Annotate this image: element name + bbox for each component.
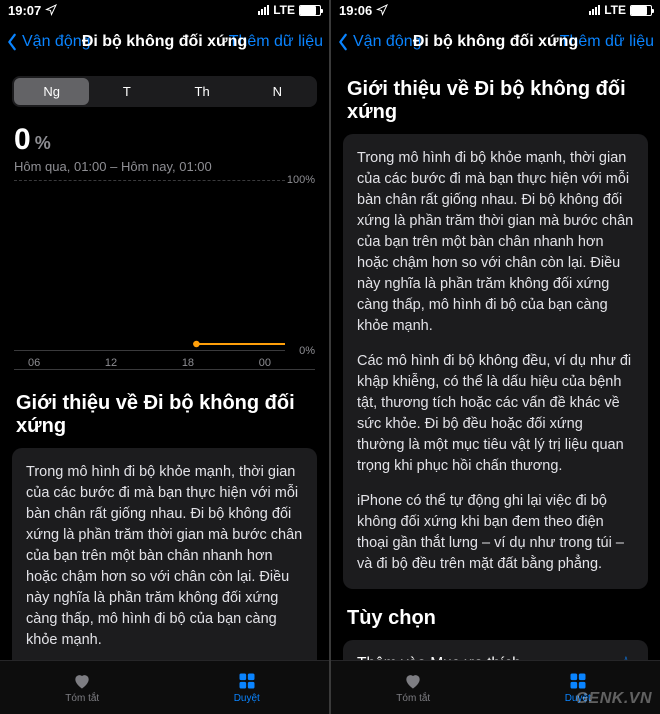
back-button[interactable]: Vận động xyxy=(337,33,422,51)
about-paragraph: Các mô hình đi bộ không đều, ví dụ như đ… xyxy=(357,351,634,477)
status-bar: 19:06 LTE xyxy=(331,0,660,20)
about-paragraph: Trong mô hình đi bộ khỏe mạnh, thời gian… xyxy=(26,462,303,651)
grid-icon xyxy=(567,671,589,691)
location-icon xyxy=(376,4,388,16)
page-title: Đi bộ không đối xứng xyxy=(82,33,247,51)
tab-bar: Tóm tắt Duyệt xyxy=(331,660,660,714)
tab-summary[interactable]: Tóm tắt xyxy=(0,661,165,714)
battery-icon xyxy=(299,5,321,16)
location-icon xyxy=(45,4,57,16)
signal-icon xyxy=(589,5,600,15)
segment-week[interactable]: T xyxy=(89,78,164,105)
chart-line xyxy=(14,306,285,351)
date-range: Hôm qua, 01:00 – Hôm nay, 01:00 xyxy=(0,157,329,180)
about-paragraph: Trong mô hình đi bộ khỏe mạnh, thời gian… xyxy=(357,148,634,337)
value-unit: % xyxy=(35,133,51,154)
star-icon: ☆ xyxy=(618,653,634,660)
signal-icon xyxy=(258,5,269,15)
network-label: LTE xyxy=(604,3,626,17)
battery-icon xyxy=(630,5,652,16)
back-label: Vận động xyxy=(353,33,422,51)
tab-bar: Tóm tắt Duyệt xyxy=(0,660,329,714)
y-tick-top: 100% xyxy=(287,174,315,186)
about-card: Trong mô hình đi bộ khỏe mạnh, thời gian… xyxy=(343,134,648,589)
back-label: Vận động xyxy=(22,33,91,51)
page-title: Đi bộ không đối xứng xyxy=(413,33,578,51)
segment-month[interactable]: Th xyxy=(165,78,240,105)
x-axis-labels: 06 12 18 00 xyxy=(14,357,285,369)
about-title: Giới thiệu về Đi bộ không đối xứng xyxy=(331,74,660,134)
phone-left: 19:07 LTE Vận động Đi bộ không đối xứng … xyxy=(0,0,329,714)
tab-summary[interactable]: Tóm tắt xyxy=(331,661,496,714)
grid-icon xyxy=(236,671,258,691)
network-label: LTE xyxy=(273,3,295,17)
tab-browse[interactable]: Duyệt xyxy=(496,661,660,714)
options-title: Tùy chọn xyxy=(331,603,660,640)
about-card: Trong mô hình đi bộ khỏe mạnh, thời gian… xyxy=(12,448,317,660)
heart-icon xyxy=(71,671,93,691)
chevron-left-icon xyxy=(6,33,18,51)
nav-bar: Vận động Đi bộ không đối xứng Thêm dữ li… xyxy=(0,20,329,64)
chevron-left-icon xyxy=(337,33,349,51)
time-segmented-control: Ng T Th N xyxy=(12,76,317,107)
status-bar: 19:07 LTE xyxy=(0,0,329,20)
about-paragraph: iPhone có thể tự động ghi lại việc đi bộ… xyxy=(357,491,634,575)
heart-icon xyxy=(402,671,424,691)
about-title: Giới thiệu về Đi bộ không đối xứng xyxy=(0,388,329,448)
y-tick-bottom: 0% xyxy=(299,345,315,357)
segment-day[interactable]: Ng xyxy=(14,78,89,105)
phone-right: 19:06 LTE Vận động Đi bộ không đối xứng … xyxy=(331,0,660,714)
tab-browse[interactable]: Duyệt xyxy=(165,661,330,714)
status-time: 19:07 xyxy=(8,3,41,18)
add-to-favorites-row[interactable]: Thêm vào Mục ưa thích ☆ xyxy=(343,640,648,660)
value-number: 0 xyxy=(14,123,31,157)
chart[interactable]: 100% 0% 06 12 18 00 xyxy=(14,180,315,370)
segment-year[interactable]: N xyxy=(240,78,315,105)
metric-value: 0 % xyxy=(0,123,329,157)
back-button[interactable]: Vận động xyxy=(6,33,91,51)
nav-bar: Vận động Đi bộ không đối xứng Thêm dữ li… xyxy=(331,20,660,64)
status-time: 19:06 xyxy=(339,3,372,18)
